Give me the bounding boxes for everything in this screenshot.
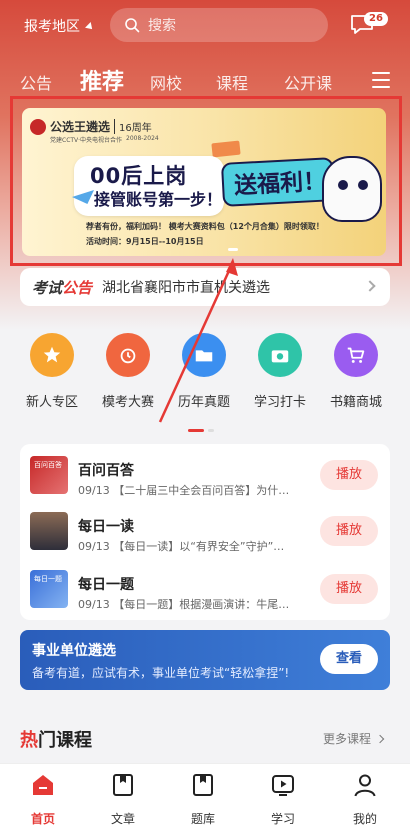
nav-label: 题库 bbox=[190, 812, 215, 825]
search-placeholder: 搜索 bbox=[148, 18, 176, 34]
banner-subtitle: 党建CCTV·中央电视台合作 bbox=[50, 137, 123, 144]
region-label: 报考地区 bbox=[24, 19, 80, 35]
nav-label: 我的 bbox=[352, 812, 377, 825]
shortcut-label: 历年真题 bbox=[177, 395, 230, 410]
thumbnail bbox=[30, 512, 68, 550]
cart-icon bbox=[334, 333, 378, 377]
folder-icon bbox=[182, 333, 226, 377]
user-icon bbox=[354, 774, 376, 797]
nav-home[interactable]: 首页 bbox=[12, 772, 74, 825]
item-subtitle: 09/13 【每日一读】以“有界安全”守护”… bbox=[78, 540, 285, 553]
tab-courses[interactable]: 课程 bbox=[216, 70, 248, 94]
notice-text: 湖北省襄阳市市直机关遴选 bbox=[102, 280, 271, 296]
banner-brand: 公选王遴选 bbox=[50, 120, 111, 134]
bookmark-icon bbox=[113, 774, 133, 796]
banner-years: 2008-2024 bbox=[126, 135, 159, 142]
banner-gift-text: 送福利！ bbox=[233, 168, 327, 200]
daily-list: 百问百答 百问百答 09/13 【二十届三中全会百问百答】为什… 播放 每日一读… bbox=[20, 444, 390, 620]
banner-pager-dot bbox=[228, 248, 238, 251]
shortcut-label: 新人专区 bbox=[25, 395, 78, 410]
shortcut-newcomer[interactable]: 新人专区 bbox=[20, 333, 84, 410]
shortcut-label: 学习打卡 bbox=[253, 395, 306, 410]
shortcut-grid: 新人专区 模考大赛 历年真题 学习打卡 书籍商城 bbox=[0, 330, 410, 420]
play-button[interactable]: 播放 bbox=[320, 574, 378, 604]
tab-announcement[interactable]: 公告 bbox=[20, 70, 52, 94]
item-title: 每日一读 bbox=[78, 519, 134, 535]
banner-date-line: 活动时间：9月15日--10月15日 bbox=[86, 237, 204, 246]
region-selector[interactable]: 报考地区 bbox=[24, 16, 95, 36]
shortcut-book-store[interactable]: 书籍商城 bbox=[324, 333, 388, 410]
tape-decoration bbox=[211, 140, 241, 158]
banner-logo: 公选王遴选 16周年 bbox=[30, 118, 152, 135]
banner-subheadline: 接管账号第一步！ bbox=[94, 190, 223, 209]
institution-selection-card[interactable]: 事业单位遴选 备考有道，应试有术，事业单位考试“轻松拿捏”! 查看 bbox=[20, 630, 390, 690]
brand-logo-icon bbox=[30, 118, 46, 135]
bottom-nav: 首页 文章 题库 学习 我的 bbox=[0, 763, 410, 825]
tab-menu-icon[interactable] bbox=[372, 72, 390, 88]
star-icon bbox=[30, 333, 74, 377]
message-count-badge: 26 bbox=[364, 12, 388, 26]
shortcut-check-in[interactable]: 学习打卡 bbox=[248, 333, 312, 410]
item-title: 每日一题 bbox=[78, 577, 134, 593]
search-icon bbox=[125, 18, 140, 33]
section-title: 热门课程 bbox=[20, 730, 92, 751]
tab-open-class[interactable]: 公开课 bbox=[284, 70, 332, 94]
list-item[interactable]: 百问百答 百问百答 09/13 【二十届三中全会百问百答】为什… 播放 bbox=[20, 448, 390, 502]
caret-down-icon bbox=[85, 22, 95, 32]
cat-mascot-icon bbox=[322, 156, 382, 222]
promo-banner[interactable]: 公选王遴选 16周年 党建CCTV·中央电视台合作 2008-2024 00后上… bbox=[22, 108, 386, 256]
exam-notice-bar[interactable]: 考试公告 湖北省襄阳市市直机关遴选 bbox=[20, 268, 390, 306]
notice-tag: 考试公告 bbox=[32, 278, 93, 297]
item-subtitle: 09/13 【每日一题】根据漫画演讲：牛尾… bbox=[78, 598, 290, 611]
banner-info-line: 荐者有份，福利加码！ 模考大赛资料包（12个月合集）限时领取！ bbox=[86, 222, 324, 231]
shortcut-mock-exam[interactable]: 模考大赛 bbox=[96, 333, 160, 410]
camera-icon bbox=[258, 333, 302, 377]
nav-label: 首页 bbox=[30, 812, 55, 825]
thumbnail: 百问百答 bbox=[30, 456, 68, 494]
banner-anniversary: 16周年 bbox=[114, 119, 152, 134]
home-icon bbox=[33, 775, 53, 795]
list-item[interactable]: 每日一题 每日一题 09/13 【每日一题】根据漫画演讲：牛尾… 播放 bbox=[20, 562, 390, 616]
nav-label: 学习 bbox=[270, 812, 295, 825]
tab-online-school[interactable]: 网校 bbox=[150, 70, 182, 94]
card-title: 事业单位遴选 bbox=[32, 643, 116, 659]
play-button[interactable]: 播放 bbox=[320, 460, 378, 490]
shortcut-past-papers[interactable]: 历年真题 bbox=[172, 333, 236, 410]
play-button[interactable]: 播放 bbox=[320, 516, 378, 546]
item-title: 百问百答 bbox=[78, 463, 134, 479]
nav-label: 文章 bbox=[110, 812, 135, 825]
shortcut-pager-active bbox=[188, 429, 204, 432]
card-subtitle: 备考有道，应试有术，事业单位考试“轻松拿捏”! bbox=[32, 666, 290, 680]
nav-study[interactable]: 学习 bbox=[252, 772, 314, 825]
nav-articles[interactable]: 文章 bbox=[92, 772, 154, 825]
play-icon bbox=[272, 775, 294, 796]
alarm-icon bbox=[106, 333, 150, 377]
view-button[interactable]: 查看 bbox=[320, 644, 378, 674]
search-bar[interactable]: 搜索 bbox=[110, 8, 328, 42]
shortcut-label: 书籍商城 bbox=[329, 395, 382, 410]
shortcut-label: 模考大赛 bbox=[101, 395, 154, 410]
nav-question-bank[interactable]: 题库 bbox=[172, 772, 234, 825]
shortcut-pager-inactive bbox=[208, 429, 214, 432]
chevron-right-icon bbox=[375, 734, 385, 743]
category-tabs: 公告 推荐 网校 课程 公开课 bbox=[0, 62, 410, 96]
item-subtitle: 09/13 【二十届三中全会百问百答】为什… bbox=[78, 484, 290, 497]
list-item[interactable]: 每日一读 09/13 【每日一读】以“有界安全”守护”… 播放 bbox=[20, 504, 390, 558]
nav-profile[interactable]: 我的 bbox=[334, 772, 396, 825]
bookmark-icon bbox=[193, 774, 213, 796]
tab-recommend[interactable]: 推荐 bbox=[80, 64, 124, 96]
more-courses-link[interactable]: 更多课程 bbox=[323, 730, 385, 747]
top-bar: 报考地区 搜索 26 bbox=[0, 8, 410, 44]
thumbnail: 每日一题 bbox=[30, 570, 68, 608]
chevron-right-icon bbox=[364, 280, 376, 292]
